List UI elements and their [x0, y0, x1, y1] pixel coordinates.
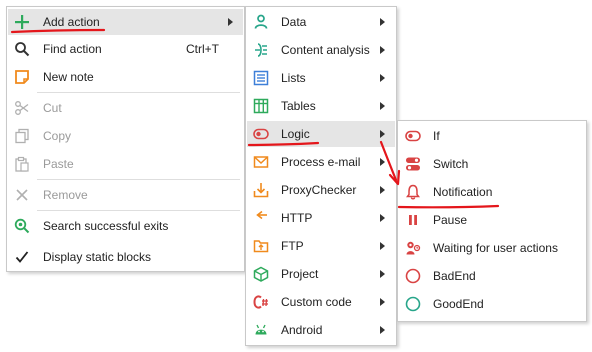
annotation-arrow-shaft: [379, 140, 398, 182]
underline-add-action: [10, 28, 106, 34]
underline-notification: [397, 204, 500, 209]
annotation-overlay: [10, 28, 500, 209]
underline-logic: [247, 141, 320, 147]
